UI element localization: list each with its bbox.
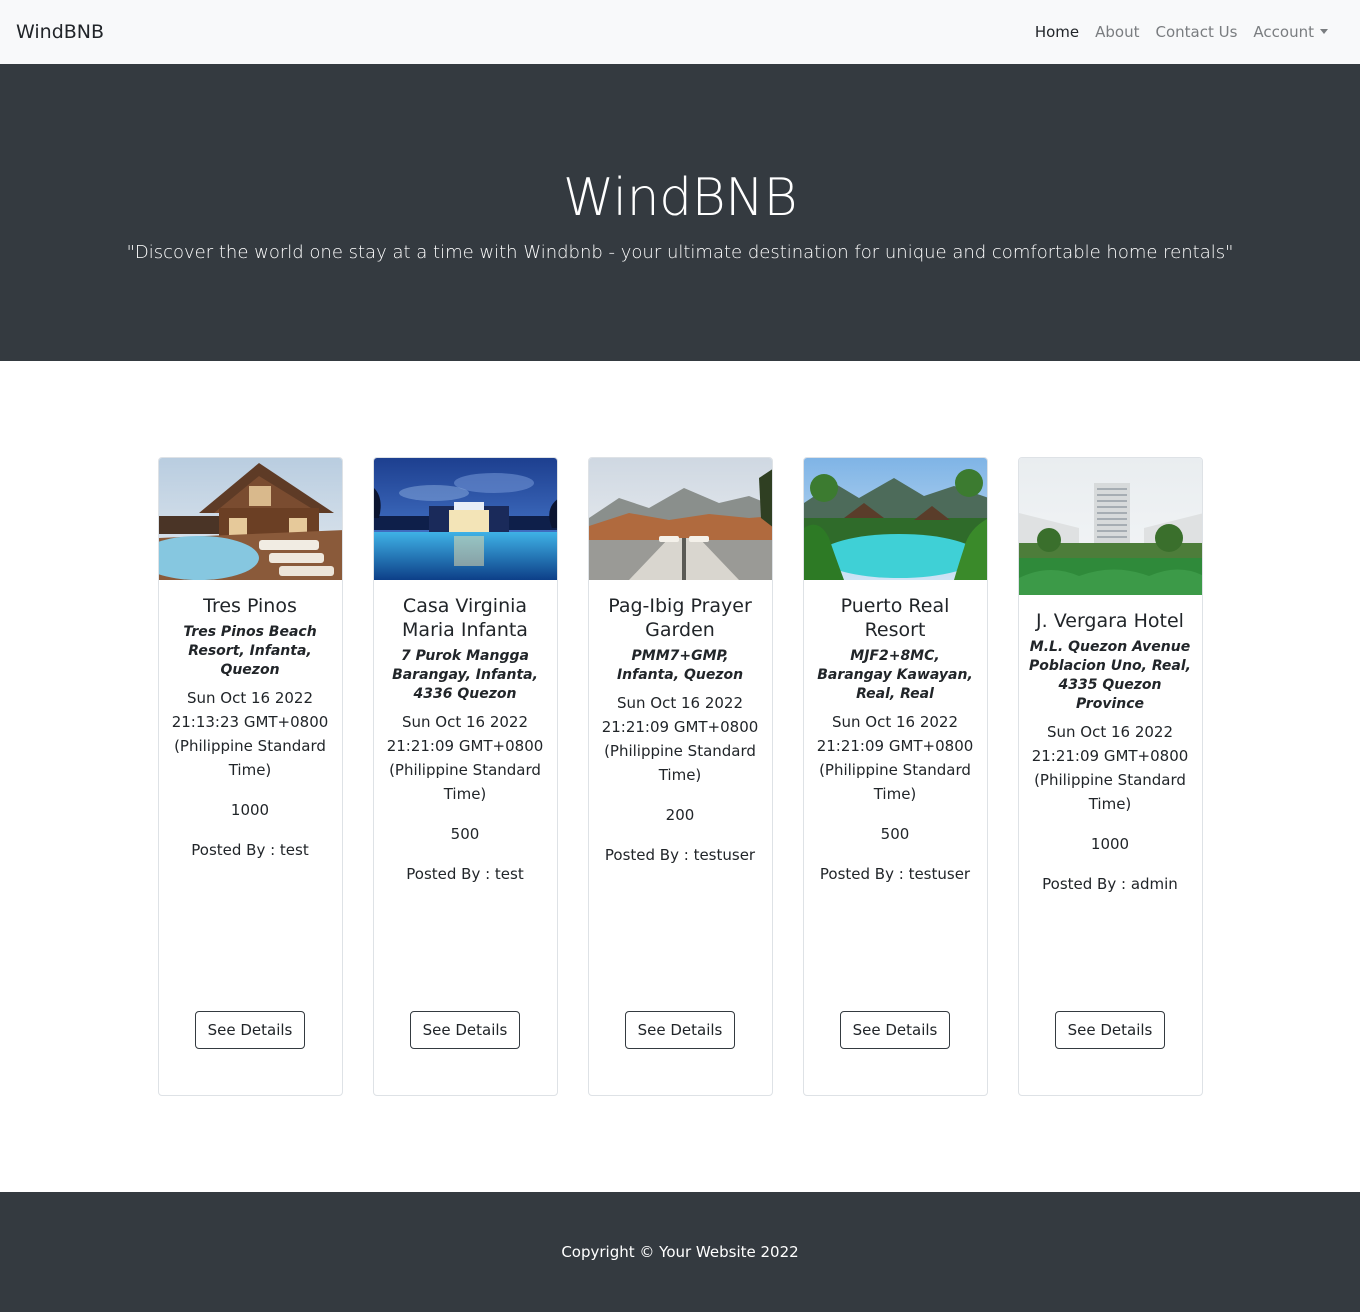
listings-section: Tres Pinos Tres Pinos Beach Resort, Infa…: [0, 361, 1360, 1192]
listing-address: PMM7+GMP, Infanta, Quezon: [616, 648, 744, 683]
card-body: Puerto Real Resort MJF2+8MC, Barangay Ka…: [804, 580, 987, 1011]
caret-down-icon: [1320, 29, 1328, 34]
listing-price: 500: [450, 825, 480, 843]
listing-date: Sun Oct 16 2022 21:21:09 GMT+0800 (Phili…: [816, 713, 974, 803]
card-footer: See Details: [1019, 1011, 1202, 1095]
listing-date: Sun Oct 16 2022 21:21:09 GMT+0800 (Phili…: [1031, 723, 1189, 813]
listing-posted-by: Posted By : test: [406, 865, 524, 883]
nav-home-link[interactable]: Home: [1027, 23, 1087, 41]
copyright-text: Copyright © Your Website 2022: [561, 1243, 799, 1261]
listing-title: Puerto Real Resort: [840, 595, 950, 641]
listing-card: J. Vergara Hotel M.L. Quezon Avenue Pobl…: [1017, 457, 1203, 1096]
listing-title: Pag-Ibig Prayer Garden: [608, 595, 752, 641]
page-footer: Copyright © Your Website 2022: [0, 1192, 1360, 1312]
nav-about-link[interactable]: About: [1087, 23, 1147, 41]
listing-price: 500: [880, 825, 910, 843]
listing-date: Sun Oct 16 2022 21:21:09 GMT+0800 (Phili…: [601, 694, 759, 784]
listing-posted-by: Posted By : testuser: [819, 865, 971, 883]
listing-title: Casa Virginia Maria Infanta: [402, 595, 528, 641]
tropical-pool-photo-icon: [803, 458, 987, 580]
hotel-tower-photo-icon: [1018, 458, 1202, 595]
card-footer: See Details: [804, 1011, 987, 1095]
card-footer: See Details: [159, 1011, 342, 1095]
listing-posted-by: Posted By : admin: [1042, 875, 1178, 893]
listing-date: Sun Oct 16 2022 21:13:23 GMT+0800 (Phili…: [171, 689, 329, 779]
listing-card: Puerto Real Resort MJF2+8MC, Barangay Ka…: [802, 457, 988, 1096]
hero-title: WindBNB: [562, 168, 798, 228]
card-body: J. Vergara Hotel M.L. Quezon Avenue Pobl…: [1019, 595, 1202, 1011]
hero-section: WindBNB "Discover the world one stay at …: [0, 64, 1360, 361]
listing-address: Tres Pinos Beach Resort, Infanta, Quezon: [183, 624, 317, 678]
card-body: Tres Pinos Tres Pinos Beach Resort, Infa…: [159, 580, 342, 1011]
listing-card: Tres Pinos Tres Pinos Beach Resort, Infa…: [157, 457, 343, 1096]
hero-tagline: "Discover the world one stay at a time w…: [126, 242, 1234, 263]
listing-address: MJF2+8MC, Barangay Kawayan, Real, Real: [817, 648, 973, 702]
listings-grid: Tres Pinos Tres Pinos Beach Resort, Infa…: [0, 457, 1360, 1096]
listing-title: J. Vergara Hotel: [1036, 610, 1184, 632]
listing-posted-by: Posted By : testuser: [604, 846, 756, 864]
listing-card: Casa Virginia Maria Infanta 7 Purok Mang…: [372, 457, 558, 1096]
card-footer: See Details: [589, 1011, 772, 1095]
see-details-button[interactable]: See Details: [624, 1011, 736, 1049]
nav-account-dropdown[interactable]: Account: [1245, 23, 1336, 41]
navbar: WindBNB Home About Contact Us Account: [0, 0, 1360, 64]
see-details-button[interactable]: See Details: [194, 1011, 306, 1049]
listing-title: Tres Pinos: [203, 595, 297, 617]
card-body: Pag-Ibig Prayer Garden PMM7+GMP, Infanta…: [589, 580, 772, 1011]
listing-price: 1000: [1090, 835, 1130, 853]
listing-date: Sun Oct 16 2022 21:21:09 GMT+0800 (Phili…: [386, 713, 544, 803]
brand-link[interactable]: WindBNB: [16, 21, 104, 43]
see-details-button[interactable]: See Details: [1054, 1011, 1166, 1049]
nav-links: Home About Contact Us Account: [1027, 23, 1336, 41]
listing-price: 200: [665, 806, 695, 824]
resort-photo-icon: [158, 458, 342, 580]
card-body: Casa Virginia Maria Infanta 7 Purok Mang…: [374, 580, 557, 1011]
listing-address: 7 Purok Mangga Barangay, Infanta, 4336 Q…: [392, 648, 538, 702]
listing-price: 1000: [230, 801, 270, 819]
nav-contact-link[interactable]: Contact Us: [1148, 23, 1246, 41]
nav-account-label: Account: [1253, 23, 1314, 41]
listing-posted-by: Posted By : test: [191, 841, 309, 859]
listing-address: M.L. Quezon Avenue Poblacion Uno, Real, …: [1029, 639, 1191, 712]
see-details-button[interactable]: See Details: [839, 1011, 951, 1049]
mountain-view-photo-icon: [588, 458, 772, 580]
card-footer: See Details: [374, 1011, 557, 1095]
see-details-button[interactable]: See Details: [409, 1011, 521, 1049]
pool-night-photo-icon: [373, 458, 557, 580]
listing-card: Pag-Ibig Prayer Garden PMM7+GMP, Infanta…: [587, 457, 773, 1096]
